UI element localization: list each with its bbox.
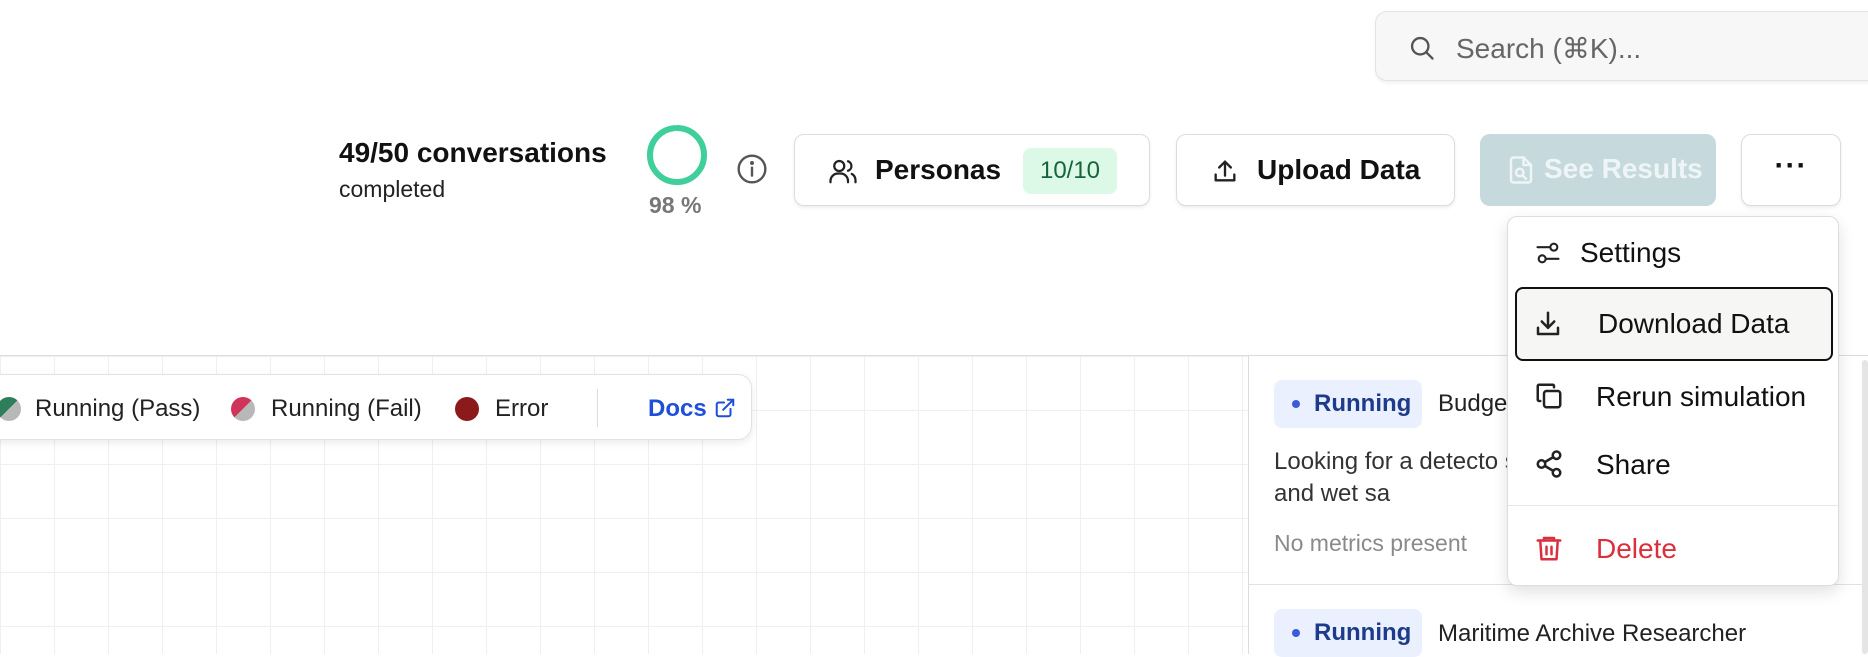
more-options-button[interactable]: ··· — [1741, 134, 1841, 206]
docs-link[interactable]: Docs — [648, 395, 707, 423]
see-results-label: See Results — [1544, 153, 1703, 184]
upload-icon — [1214, 160, 1236, 182]
menu-item-label: Share — [1596, 449, 1671, 480]
more-options-menu: Settings Download Data Rerun simulation … — [1507, 216, 1839, 586]
status-legend: Running (Pass) Running (Fail) Error Docs — [0, 374, 752, 440]
share-icon — [1536, 450, 1562, 478]
status-badge: Running — [1274, 380, 1422, 428]
status-badge: Running — [1274, 609, 1422, 657]
persona-name[interactable]: Budge — [1438, 390, 1507, 418]
legend-separator — [597, 389, 598, 427]
conversations-status: completed — [339, 176, 446, 202]
legend-item-pass: Running (Pass) — [35, 395, 201, 422]
panel-divider — [1248, 355, 1249, 654]
sliders-icon — [1536, 242, 1560, 264]
conversations-count: 49/50 conversations — [339, 137, 607, 168]
personas-label: Personas — [875, 154, 1002, 185]
menu-item-label: Settings — [1580, 237, 1682, 268]
download-icon — [1536, 311, 1560, 336]
menu-item-delete[interactable]: Delete — [1508, 513, 1838, 583]
fail-status-icon — [231, 397, 255, 421]
copy-icon — [1536, 383, 1562, 409]
pass-status-icon — [0, 397, 21, 421]
more-icon: ··· — [1774, 149, 1808, 182]
info-icon[interactable] — [736, 153, 768, 185]
legend-item-fail: Running (Fail) — [271, 395, 422, 422]
menu-separator — [1508, 505, 1838, 506]
search-icon — [1410, 36, 1434, 60]
menu-item-label: Delete — [1596, 533, 1677, 564]
upload-data-button[interactable]: Upload Data — [1176, 134, 1455, 206]
see-results-button[interactable]: See Results — [1480, 134, 1716, 206]
progress-percent: 98 % — [649, 192, 702, 218]
menu-item-label: Download Data — [1598, 308, 1790, 339]
scrollbar[interactable] — [1862, 360, 1868, 654]
error-status-icon — [455, 397, 479, 421]
menu-item-rerun-simulation[interactable]: Rerun simulation — [1508, 361, 1838, 431]
menu-item-label: Rerun simulation — [1596, 381, 1807, 412]
persona-name[interactable]: Maritime Archive Researcher — [1438, 620, 1746, 648]
search-bar[interactable]: Search (⌘K)... — [1375, 11, 1868, 81]
file-results-icon — [1509, 156, 1533, 184]
metrics-text: No metrics present — [1274, 530, 1468, 556]
trash-icon — [1536, 536, 1562, 561]
legend-item-error: Error — [495, 395, 549, 422]
upload-data-label: Upload Data — [1257, 154, 1421, 185]
users-icon — [829, 159, 857, 184]
external-link-icon[interactable] — [714, 397, 736, 419]
search-placeholder: Search (⌘K)... — [1456, 33, 1642, 64]
personas-count-badge: 10/10 — [1023, 148, 1117, 194]
personas-button[interactable]: Personas 10/10 — [794, 134, 1150, 206]
menu-item-settings[interactable]: Settings — [1508, 217, 1838, 287]
menu-item-share[interactable]: Share — [1508, 429, 1838, 499]
menu-item-download-data[interactable]: Download Data — [1515, 287, 1833, 361]
progress-ring — [647, 125, 707, 185]
